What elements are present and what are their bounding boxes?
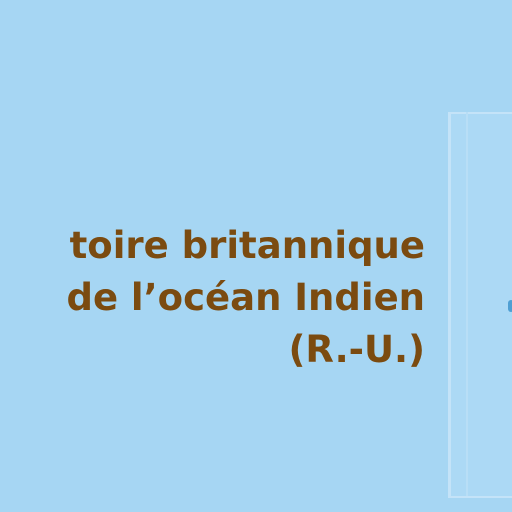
location-marker-icon — [508, 300, 512, 312]
territory-label-line-3: (R.-U.) — [288, 328, 425, 371]
territory-label-line-1: toire britannique — [69, 224, 425, 267]
territory-label: toire britannique de l’océan Indien (R.-… — [66, 220, 425, 376]
territory-label-line-2: de l’océan Indien — [66, 276, 425, 319]
inset-divider-line — [466, 112, 468, 496]
inset-map-frame — [448, 112, 512, 498]
